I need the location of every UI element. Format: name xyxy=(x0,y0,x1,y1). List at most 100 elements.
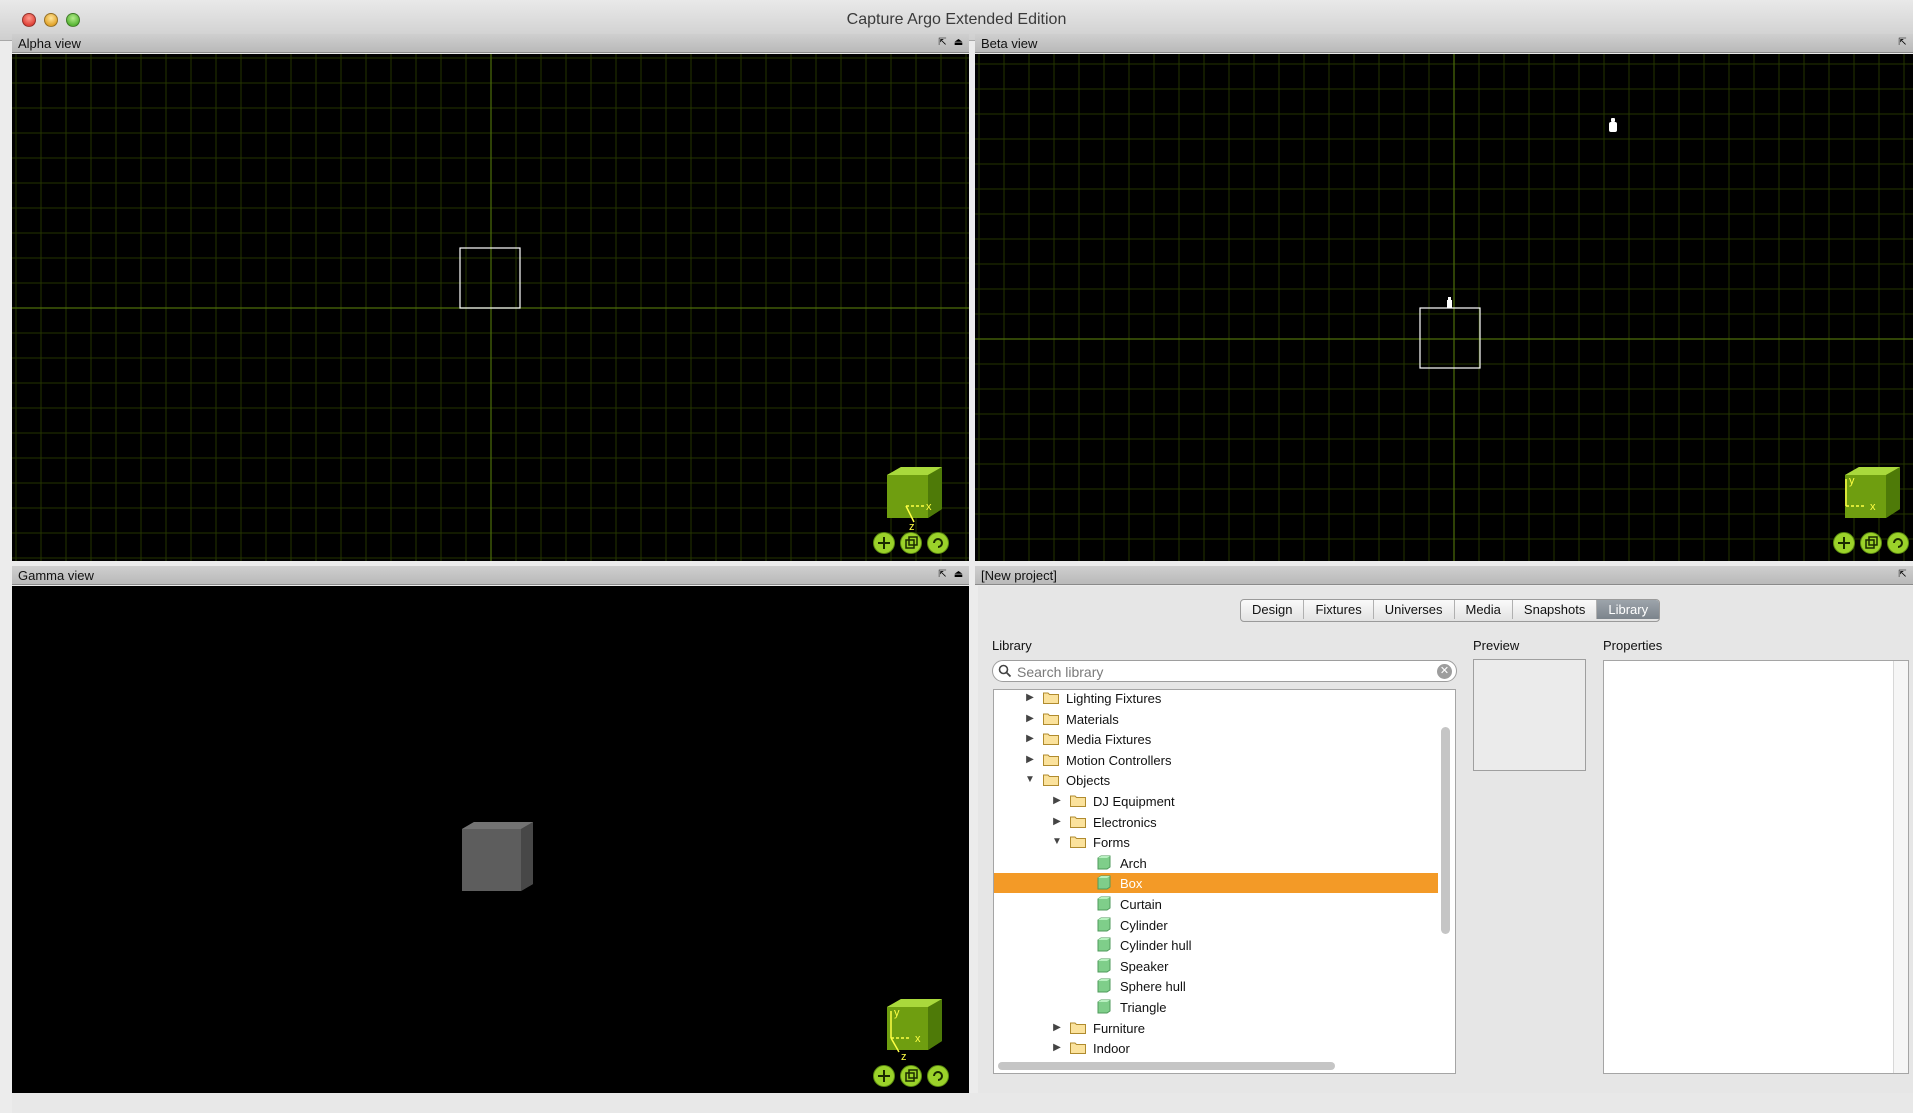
tree-item[interactable]: Sphere hull xyxy=(994,976,1438,996)
object-icon xyxy=(1097,896,1111,911)
tree-item[interactable]: Speaker xyxy=(994,956,1438,976)
properties-box xyxy=(1603,660,1909,1074)
tab-library[interactable]: Library xyxy=(1597,600,1660,619)
properties-label: Properties xyxy=(1603,638,1663,653)
beta-axis-gizmo: y x xyxy=(1845,467,1900,518)
pin-icon[interactable]: ⇱ xyxy=(1896,568,1909,581)
tree-folder[interactable]: ▶ Media Fixtures xyxy=(994,729,1438,749)
disclosure-expanded-icon[interactable]: ▼ xyxy=(1052,836,1062,847)
disclosure-collapsed-icon[interactable]: ▶ xyxy=(1025,692,1035,703)
tree-folder[interactable]: ▶ Indoor xyxy=(994,1038,1438,1058)
gamma-nav-controls xyxy=(873,1065,949,1087)
object-icon xyxy=(1097,917,1111,932)
tree-node-label: Media Fixtures xyxy=(1066,732,1152,748)
disclosure-collapsed-icon[interactable]: ▶ xyxy=(1025,754,1035,765)
gamma-scene: y x z xyxy=(462,822,942,1063)
disclosure-collapsed-icon[interactable]: ▶ xyxy=(1025,713,1035,724)
eject-icon[interactable]: ⏏ xyxy=(952,568,965,581)
zoom-icon[interactable] xyxy=(1860,532,1882,554)
beta-view-title: Beta view xyxy=(981,36,1038,51)
disclosure-expanded-icon[interactable]: ▼ xyxy=(1025,774,1035,785)
preview-label: Preview xyxy=(1473,638,1520,653)
beta-view-header: Beta view ⇱ xyxy=(975,34,1913,53)
tab-universes[interactable]: Universes xyxy=(1374,600,1455,619)
tree-vertical-scrollbar[interactable] xyxy=(1441,727,1450,934)
zoom-icon[interactable] xyxy=(900,1065,922,1087)
tree-node-label: Sphere hull xyxy=(1120,979,1186,995)
gamma-viewport[interactable]: y x z xyxy=(12,586,969,1093)
properties-scrollbar[interactable] xyxy=(1893,661,1908,1073)
rotate-icon[interactable] xyxy=(1887,532,1909,554)
tree-node-label: Motion Controllers xyxy=(1066,752,1172,768)
tree-item[interactable]: Curtain xyxy=(994,894,1438,914)
tree-node-label: Objects xyxy=(1066,773,1111,789)
tree-node-label: Electronics xyxy=(1093,814,1157,830)
folder-icon xyxy=(1070,836,1086,849)
tab-fixtures[interactable]: Fixtures xyxy=(1304,600,1374,619)
tree-folder[interactable]: ▼ Forms xyxy=(994,832,1438,852)
disclosure-collapsed-icon[interactable]: ▶ xyxy=(1052,816,1062,827)
object-icon xyxy=(1097,978,1111,993)
folder-icon xyxy=(1043,713,1059,725)
search-input[interactable] xyxy=(1015,662,1429,682)
tree-horizontal-scrollbar[interactable] xyxy=(998,1062,1335,1070)
tab-snapshots[interactable]: Snapshots xyxy=(1513,600,1598,619)
pin-icon[interactable]: ⇱ xyxy=(936,36,949,49)
object-icon xyxy=(1097,958,1111,973)
eject-icon[interactable]: ⏏ xyxy=(952,36,965,49)
folder-icon xyxy=(1070,1042,1086,1055)
tree-node-label: Indoor xyxy=(1093,1041,1130,1057)
tree-folder[interactable]: ▶ Electronics xyxy=(994,812,1438,832)
folder-icon xyxy=(1043,754,1059,766)
tab-design[interactable]: Design xyxy=(1241,600,1305,619)
tree-item[interactable]: Box xyxy=(994,873,1438,894)
tree-item[interactable]: Cylinder hull xyxy=(994,935,1438,955)
alpha-view-title: Alpha view xyxy=(18,36,81,51)
tab-bar: Design Fixtures Universes Media Snapshot… xyxy=(1240,599,1661,622)
alpha-viewport[interactable]: x z xyxy=(12,54,969,561)
tree-folder[interactable]: ▶ Furniture xyxy=(994,1018,1438,1038)
zoom-icon[interactable] xyxy=(900,532,922,554)
tree-item[interactable]: Cylinder xyxy=(994,915,1438,935)
rotate-icon[interactable] xyxy=(927,532,949,554)
library-tree: ▶ Lighting Fixtures ▶ Materials ▶ Media Fixtu… xyxy=(993,689,1456,1074)
tab-media[interactable]: Media xyxy=(1455,600,1513,619)
tree-folder[interactable]: ▶ Motion Controllers xyxy=(994,750,1438,770)
box-object-3d[interactable] xyxy=(462,822,533,891)
tree-item[interactable]: Arch xyxy=(994,853,1438,873)
y-axis-label: y xyxy=(1849,475,1855,487)
tree-folder[interactable]: ▶ Lighting Fixtures xyxy=(994,690,1438,708)
tree-node-label: Triangle xyxy=(1120,1000,1167,1015)
project-pane-header: [New project] ⇱ xyxy=(975,566,1913,585)
tree-folder[interactable]: ▶ DJ Equipment xyxy=(994,791,1438,811)
rotate-icon[interactable] xyxy=(927,1065,949,1087)
tree-node-label: Box xyxy=(1120,876,1143,892)
tree-node-label: Speaker xyxy=(1120,958,1169,974)
pin-icon[interactable]: ⇱ xyxy=(936,568,949,581)
move-icon[interactable] xyxy=(873,1065,895,1087)
tree-item[interactable]: Triangle xyxy=(994,997,1438,1017)
move-icon[interactable] xyxy=(1833,532,1855,554)
clear-search-icon[interactable]: ✕ xyxy=(1437,664,1452,679)
axis-cube-icon[interactable] xyxy=(887,467,942,518)
gamma-view-title: Gamma view xyxy=(18,568,94,583)
move-icon[interactable] xyxy=(873,532,895,554)
tree-folder[interactable]: ▼ Objects xyxy=(994,770,1438,790)
disclosure-collapsed-icon[interactable]: ▶ xyxy=(1052,795,1062,806)
folder-icon xyxy=(1070,816,1086,828)
beta-viewport[interactable]: y x xyxy=(975,54,1913,561)
folder-icon xyxy=(1070,1022,1086,1034)
object-icon xyxy=(1097,875,1111,890)
disclosure-collapsed-icon[interactable]: ▶ xyxy=(1025,733,1035,744)
search-icon xyxy=(998,664,1012,678)
tree-folder[interactable]: ▶ Materials xyxy=(994,709,1438,729)
pin-icon[interactable]: ⇱ xyxy=(1896,36,1909,49)
tree-node-label: DJ Equipment xyxy=(1093,794,1175,809)
beta-nav-controls xyxy=(1833,532,1909,554)
folder-icon xyxy=(1043,774,1059,787)
folder-icon xyxy=(1043,692,1059,704)
tree-node-label: Arch xyxy=(1120,855,1147,871)
disclosure-collapsed-icon[interactable]: ▶ xyxy=(1052,1022,1062,1033)
disclosure-collapsed-icon[interactable]: ▶ xyxy=(1052,1042,1062,1053)
folder-icon xyxy=(1070,795,1086,807)
